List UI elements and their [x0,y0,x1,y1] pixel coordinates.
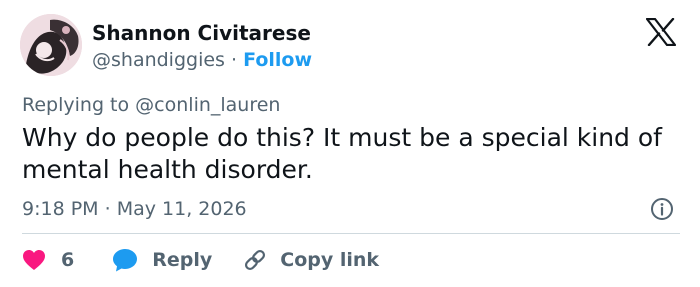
like-button[interactable]: 6 [22,249,74,271]
replying-to-prefix: Replying to [22,94,130,116]
tweet-timestamp[interactable]: 9:18 PM · May 11, 2026 [22,196,247,222]
info-icon[interactable] [650,197,674,221]
speech-bubble-icon [113,249,138,272]
handle-separator: · [231,49,238,71]
x-logo-icon[interactable] [646,18,676,46]
like-count: 6 [61,249,75,271]
heart-icon [23,250,45,270]
avatar[interactable] [20,14,82,76]
link-icon [245,249,266,271]
author-handle-row: @shandiggies · Follow [92,47,312,73]
action-bar: 6 Reply Copy link [22,246,379,274]
replying-to: Replying to @conlin_lauren [22,92,280,118]
author-handle[interactable]: @shandiggies [92,49,225,71]
copy-link-button[interactable]: Copy link [242,247,379,273]
tweet-time: 9:18 PM [22,198,99,220]
follow-button[interactable]: Follow [243,49,312,71]
tweet-date: May 11, 2026 [116,198,247,220]
divider [22,233,680,234]
replying-to-handle[interactable]: @conlin_lauren [135,94,280,116]
author-display-name[interactable]: Shannon Civitarese [92,20,311,46]
reply-label: Reply [152,249,213,271]
tweet-text: Why do people do this? It must be a spec… [22,123,662,184]
copy-link-label: Copy link [280,249,380,271]
reply-button[interactable]: Reply [112,248,212,272]
timestamp-separator: · [104,198,111,220]
